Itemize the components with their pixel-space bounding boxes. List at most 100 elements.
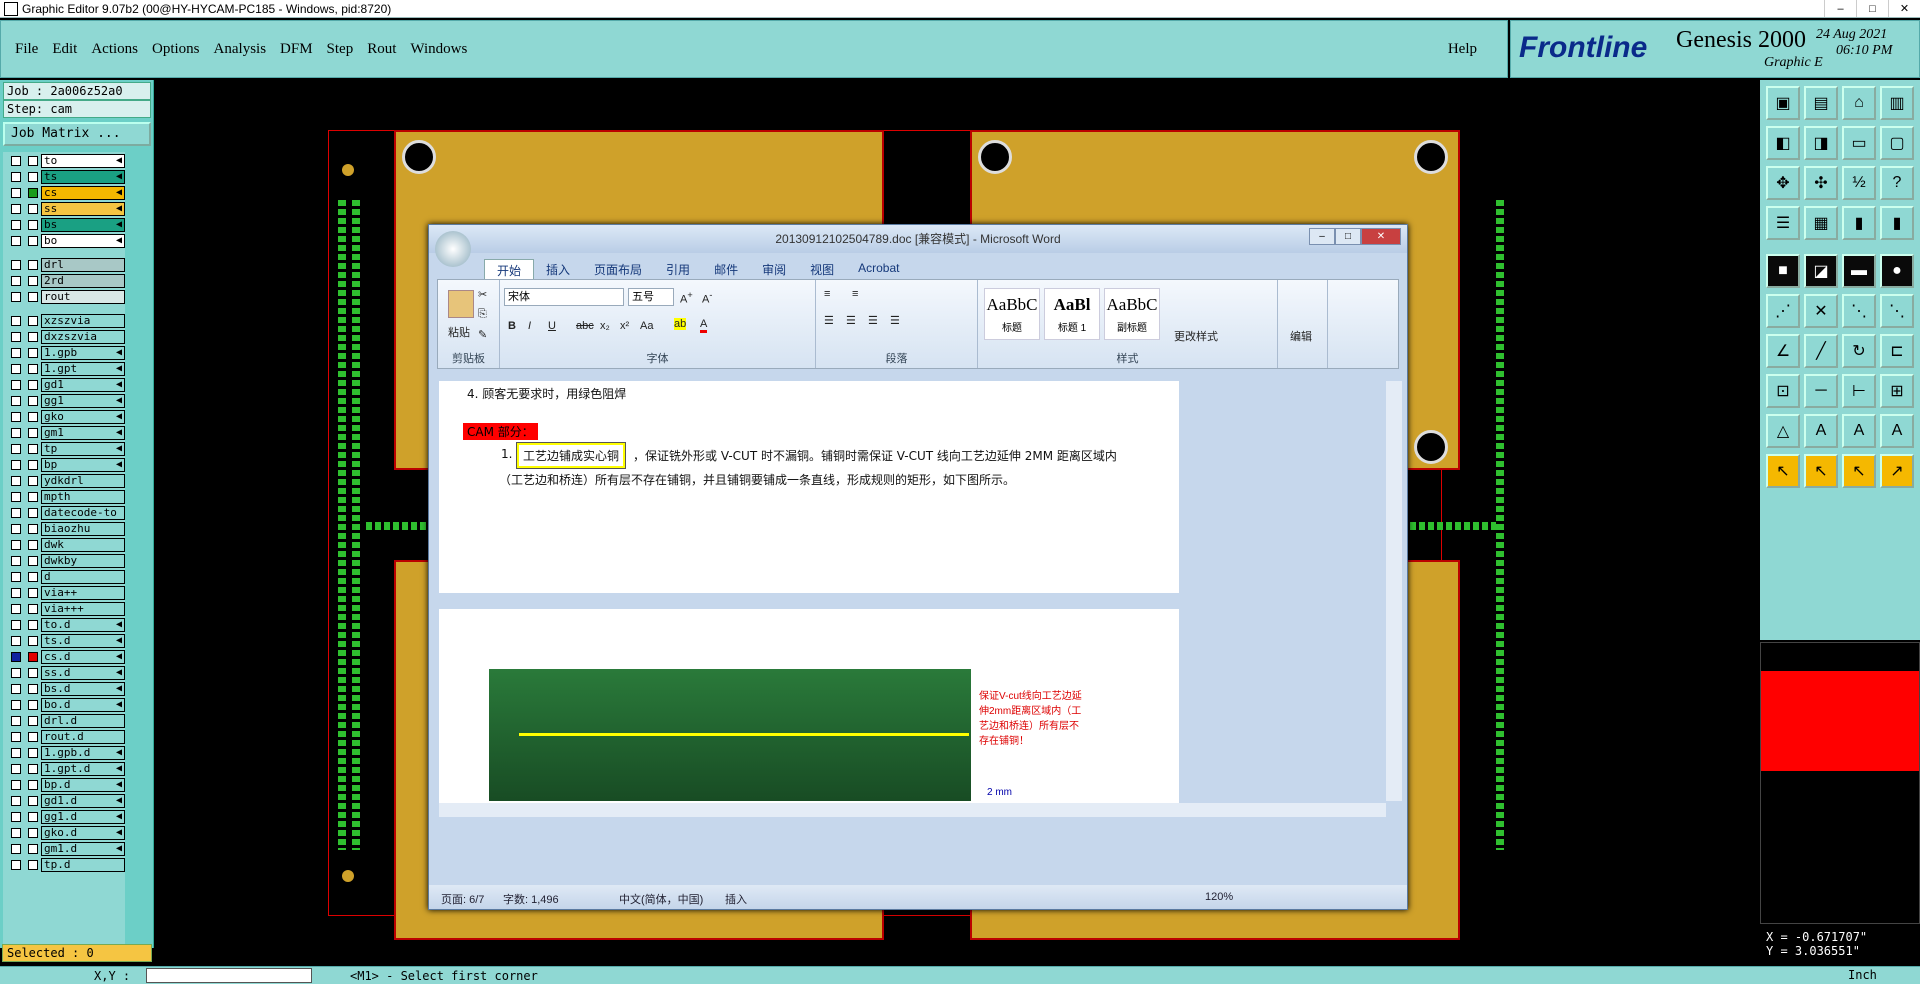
layer-display-checkbox[interactable] bbox=[28, 188, 38, 198]
layer-display-checkbox[interactable] bbox=[28, 764, 38, 774]
superscript-button[interactable]: x² bbox=[620, 320, 629, 332]
layer-affected-checkbox[interactable] bbox=[11, 492, 21, 502]
horizontal-scrollbar[interactable] bbox=[439, 803, 1386, 817]
layer-name[interactable]: rout bbox=[41, 290, 125, 304]
document-page-2[interactable]: 保证V-cut线向工艺边延 伸2mm距离区域内（工 艺边和桥连）所有层不 存在铺铜！ … bbox=[439, 609, 1179, 803]
menu-windows[interactable]: Windows bbox=[410, 41, 467, 58]
layer-row[interactable]: bo ◀ bbox=[3, 234, 125, 248]
layer-affected-checkbox[interactable] bbox=[11, 812, 21, 822]
layer-display-checkbox[interactable] bbox=[28, 428, 38, 438]
layer-name[interactable]: xzszvia bbox=[41, 314, 125, 328]
layer-affected-checkbox[interactable] bbox=[11, 780, 21, 790]
menu-step[interactable]: Step bbox=[327, 41, 354, 58]
layer-row[interactable]: cs.d ◀ bbox=[3, 650, 125, 664]
layer-display-checkbox[interactable] bbox=[28, 716, 38, 726]
language-indicator[interactable]: 中文(简体，中国) bbox=[619, 891, 703, 907]
layer-row[interactable]: ts ◀ bbox=[3, 170, 125, 184]
layer-name[interactable]: 1.gpt ◀ bbox=[41, 362, 125, 376]
layer-affected-checkbox[interactable] bbox=[11, 620, 21, 630]
menu-options[interactable]: Options bbox=[152, 41, 200, 58]
layer-name[interactable]: to ◀ bbox=[41, 154, 125, 168]
layer-affected-checkbox[interactable] bbox=[11, 188, 21, 198]
word-minimize-button[interactable]: – bbox=[1309, 228, 1335, 245]
text-c-icon[interactable]: A bbox=[1880, 414, 1914, 448]
layer-affected-checkbox[interactable] bbox=[11, 668, 21, 678]
open-icon[interactable]: ▣ bbox=[1766, 86, 1800, 120]
layer-affected-checkbox[interactable] bbox=[11, 156, 21, 166]
layer-display-checkbox[interactable] bbox=[28, 700, 38, 710]
maximize-button[interactable]: □ bbox=[1856, 0, 1888, 17]
layer-display-checkbox[interactable] bbox=[28, 636, 38, 646]
align-right-icon[interactable]: ☰ bbox=[868, 314, 878, 327]
slash-icon[interactable]: ╱ bbox=[1804, 334, 1838, 368]
layer-display-checkbox[interactable] bbox=[28, 588, 38, 598]
layer-row[interactable]: gko.d ◀ bbox=[3, 826, 125, 840]
bold-button[interactable]: B bbox=[508, 320, 516, 332]
layer-display-checkbox[interactable] bbox=[28, 652, 38, 662]
layer-row[interactable]: cs ◀ bbox=[3, 186, 125, 200]
layer-row[interactable]: gm1.d ◀ bbox=[3, 842, 125, 856]
layer-name[interactable]: 1.gpb ◀ bbox=[41, 346, 125, 360]
cut-icon[interactable]: ✂ bbox=[478, 288, 487, 301]
layer-row[interactable]: bp ◀ bbox=[3, 458, 125, 472]
layer-affected-checkbox[interactable] bbox=[11, 540, 21, 550]
layer-row[interactable]: dwk bbox=[3, 538, 125, 552]
highlight-icon[interactable]: ab bbox=[674, 318, 687, 330]
layer-affected-checkbox[interactable] bbox=[11, 636, 21, 646]
layer-display-checkbox[interactable] bbox=[28, 604, 38, 614]
numbering-icon[interactable]: ≡ bbox=[852, 288, 858, 300]
layer-row[interactable]: d bbox=[3, 570, 125, 584]
layer-affected-checkbox[interactable] bbox=[11, 444, 21, 454]
layer-affected-checkbox[interactable] bbox=[11, 412, 21, 422]
ribbon-tab[interactable]: 开始 bbox=[484, 259, 535, 281]
layer-affected-checkbox[interactable] bbox=[11, 732, 21, 742]
layer-affected-checkbox[interactable] bbox=[11, 364, 21, 374]
layer-row[interactable]: ss ◀ bbox=[3, 202, 125, 216]
layer-name[interactable]: ss ◀ bbox=[41, 202, 125, 216]
layer-row[interactable]: drl.d bbox=[3, 714, 125, 728]
change-case-button[interactable]: Aa bbox=[640, 320, 653, 332]
layer-row[interactable]: gm1 ◀ bbox=[3, 426, 125, 440]
layer-affected-checkbox[interactable] bbox=[11, 428, 21, 438]
layer-row[interactable]: gd1.d ◀ bbox=[3, 794, 125, 808]
layer-name[interactable]: d bbox=[41, 570, 125, 584]
menu-edit[interactable]: Edit bbox=[52, 41, 77, 58]
layer-row[interactable]: 1.gpb.d ◀ bbox=[3, 746, 125, 760]
connect-icon[interactable]: ⋰ bbox=[1766, 294, 1800, 328]
ribbon-tab[interactable]: 插入 bbox=[534, 259, 582, 281]
ruler-icon[interactable]: ▬ bbox=[1842, 254, 1876, 288]
pan-icon[interactable]: ✣ bbox=[1804, 166, 1838, 200]
window-icon[interactable]: ▥ bbox=[1880, 86, 1914, 120]
layer-name[interactable]: via+++ bbox=[41, 602, 125, 616]
layer-affected-checkbox[interactable] bbox=[11, 588, 21, 598]
layer-display-checkbox[interactable] bbox=[28, 316, 38, 326]
font-name-select[interactable]: 宋体 bbox=[504, 288, 624, 306]
layer-row[interactable]: dxzszvia bbox=[3, 330, 125, 344]
layer-row[interactable]: via++ bbox=[3, 586, 125, 600]
layer-row[interactable]: gko ◀ bbox=[3, 410, 125, 424]
layer-affected-checkbox[interactable] bbox=[11, 460, 21, 470]
layer-display-checkbox[interactable] bbox=[28, 156, 38, 166]
layer-name[interactable]: drl.d bbox=[41, 714, 125, 728]
layer-display-checkbox[interactable] bbox=[28, 460, 38, 470]
insert-mode[interactable]: 插入 bbox=[725, 891, 747, 907]
layer-display-checkbox[interactable] bbox=[28, 220, 38, 230]
layer-name[interactable]: gg1.d ◀ bbox=[41, 810, 125, 824]
layer-row[interactable]: 2rd bbox=[3, 274, 125, 288]
sel-pad-icon[interactable]: ⊡ bbox=[1766, 374, 1800, 408]
layer2-icon[interactable]: ▮ bbox=[1880, 206, 1914, 240]
layer-display-checkbox[interactable] bbox=[28, 780, 38, 790]
layer-name[interactable]: tp.d bbox=[41, 858, 125, 872]
layer-display-checkbox[interactable] bbox=[28, 332, 38, 342]
scale-icon[interactable]: ½ bbox=[1842, 166, 1876, 200]
zoom-level[interactable]: 120% bbox=[1205, 891, 1233, 903]
layer-row[interactable]: datecode-to bbox=[3, 506, 125, 520]
layer-row[interactable]: 1.gpb ◀ bbox=[3, 346, 125, 360]
layer-name[interactable]: bp.d ◀ bbox=[41, 778, 125, 792]
layer-name[interactable]: ts.d ◀ bbox=[41, 634, 125, 648]
layer-name[interactable]: gd1.d ◀ bbox=[41, 794, 125, 808]
ribbon-tab[interactable]: 邮件 bbox=[702, 259, 750, 281]
pointer2-icon[interactable]: ↖ bbox=[1804, 454, 1838, 488]
word-count[interactable]: 字数: 1,496 bbox=[503, 891, 559, 907]
layer-row[interactable]: ts.d ◀ bbox=[3, 634, 125, 648]
